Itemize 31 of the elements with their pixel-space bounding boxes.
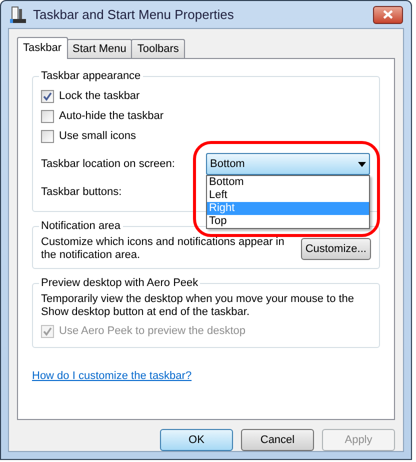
checkbox-label: Lock the taskbar xyxy=(59,88,140,104)
location-label: Taskbar location on screen: xyxy=(41,156,176,172)
checkmark-icon xyxy=(43,92,52,100)
dialog-button[interactable]: OK xyxy=(160,429,233,451)
dropdown-option[interactable]: Left xyxy=(207,189,369,202)
group-title: Preview desktop with Aero Peek xyxy=(39,276,200,291)
tab[interactable]: Start Menu xyxy=(66,39,132,58)
dropdown-arrow-icon xyxy=(358,162,366,166)
dialog-button[interactable]: Cancel xyxy=(241,429,314,451)
taskbar-icon xyxy=(9,6,27,24)
notification-description: Customize which icons and notifications appear in the notification area. xyxy=(41,236,286,262)
dropdown-option[interactable]: Top xyxy=(207,215,369,228)
checkbox[interactable] xyxy=(41,130,54,142)
checkbox-label: Use small icons xyxy=(59,128,136,144)
location-dropdown[interactable]: Bottom xyxy=(206,153,370,175)
checkbox[interactable] xyxy=(41,110,54,122)
aero-peek-description: Temporarily view the desktop when you move your mouse to the Show desktop button at end of the taskbar. xyxy=(41,293,356,319)
buttons-label: Taskbar buttons: xyxy=(41,184,122,200)
help-link[interactable]: How do I customize the taskbar? xyxy=(32,368,192,384)
close-icon xyxy=(383,10,393,19)
tab[interactable]: Taskbar xyxy=(17,37,68,59)
checkbox[interactable] xyxy=(41,90,54,102)
dropdown-option[interactable]: Bottom xyxy=(207,176,369,189)
group-title: Taskbar appearance xyxy=(39,69,143,84)
checkmark-icon xyxy=(43,326,52,336)
customize-button[interactable]: Customize... xyxy=(300,238,371,260)
close-button[interactable] xyxy=(373,6,403,24)
tab[interactable]: Toolbars xyxy=(131,39,185,58)
window-title: Taskbar and Start Menu Properties xyxy=(33,6,235,24)
checkbox-label: Auto-hide the taskbar xyxy=(59,108,164,124)
checkbox-label: Use Aero Peek to preview the desktop xyxy=(59,324,246,339)
